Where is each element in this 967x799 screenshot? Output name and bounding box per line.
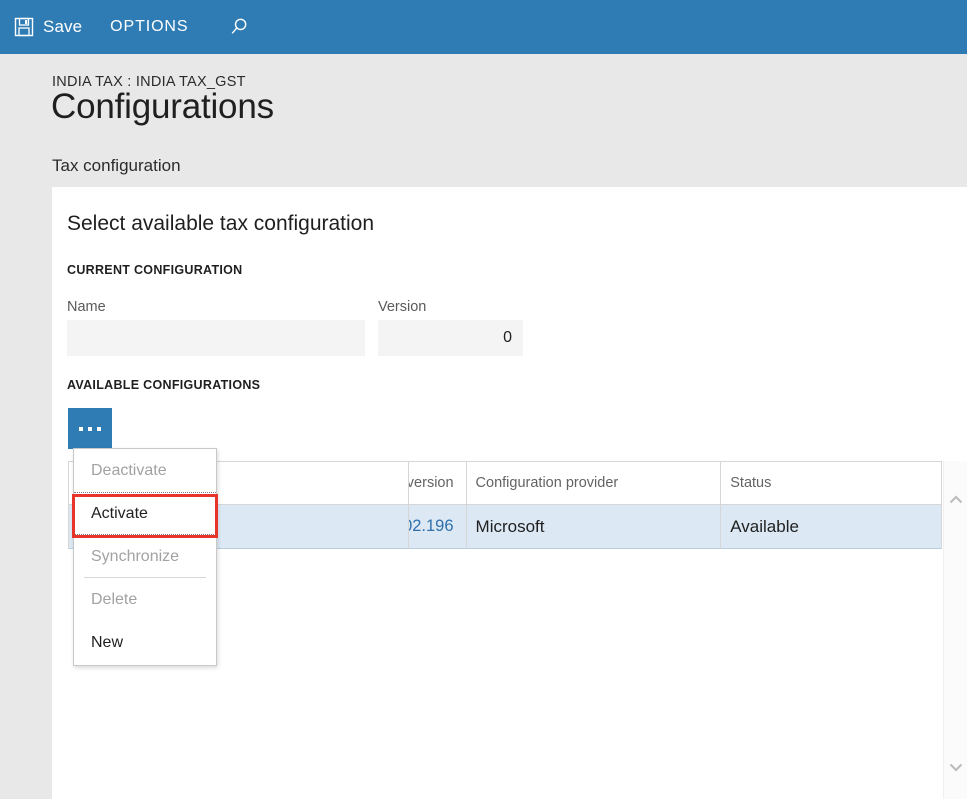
search-button[interactable]: [214, 0, 264, 54]
version-input[interactable]: [378, 320, 523, 356]
menu-item-label: New: [91, 633, 124, 651]
column-header-version[interactable]: version: [408, 462, 467, 505]
scroll-up-button[interactable]: [944, 483, 967, 507]
field-version-label: Version: [378, 299, 427, 315]
overflow-dropdown-menu: Deactivate Activate Synchronize Delete N…: [73, 448, 217, 666]
top-command-bar: Save OPTIONS: [0, 0, 967, 54]
menu-item-label: Activate: [91, 504, 148, 522]
menu-item-deactivate[interactable]: Deactivate: [74, 449, 216, 492]
scroll-down-button[interactable]: [944, 751, 967, 775]
column-header-configuration-provider[interactable]: Configuration provider: [466, 462, 722, 505]
grid-vertical-scrollbar[interactable]: [943, 461, 967, 799]
chevron-up-icon: [949, 491, 963, 503]
cell-status[interactable]: Available: [721, 505, 942, 549]
menu-item-synchronize[interactable]: Synchronize: [74, 535, 216, 578]
tab-tax-configuration[interactable]: Tax configuration: [52, 156, 181, 190]
group-label-available-configurations: AVAILABLE CONFIGURATIONS: [67, 378, 261, 392]
options-label: OPTIONS: [110, 18, 189, 35]
tab-label: Tax configuration: [52, 156, 181, 175]
chevron-down-icon: [949, 759, 963, 772]
group-label-current-configuration: CURRENT CONFIGURATION: [67, 263, 243, 277]
cell-configuration-provider[interactable]: Microsoft: [466, 505, 722, 549]
ellipsis-icon: [79, 426, 83, 431]
ellipsis-icon: [88, 426, 92, 431]
section-title: Select available tax configuration: [67, 212, 375, 235]
column-header-status[interactable]: Status: [721, 462, 942, 505]
overflow-ellipsis-button[interactable]: [68, 408, 112, 449]
save-button[interactable]: Save: [0, 0, 96, 54]
save-label: Save: [43, 17, 83, 36]
ellipsis-icon: [97, 426, 101, 431]
name-input[interactable]: [67, 320, 365, 356]
field-name: Name: [67, 299, 365, 356]
options-menu-button[interactable]: OPTIONS: [96, 0, 202, 54]
menu-item-delete[interactable]: Delete: [74, 578, 216, 621]
tab-strip: Tax configuration: [52, 156, 181, 190]
page-title: Configurations: [51, 87, 274, 126]
left-gutter: [0, 187, 52, 799]
menu-item-label: Delete: [91, 590, 138, 608]
menu-item-label: Synchronize: [91, 547, 180, 565]
menu-item-label: Deactivate: [91, 461, 167, 479]
cell-version[interactable]: 56.102.196: [408, 505, 467, 549]
field-version: Version: [378, 299, 523, 356]
field-name-label: Name: [67, 299, 106, 315]
menu-item-new[interactable]: New: [74, 621, 216, 664]
page-header-band: INDIA TAX : INDIA TAX_GST Configurations…: [0, 54, 967, 190]
menu-item-activate[interactable]: Activate: [74, 492, 216, 535]
search-icon: [228, 16, 250, 38]
floppy-disk-save-icon: [14, 17, 34, 37]
